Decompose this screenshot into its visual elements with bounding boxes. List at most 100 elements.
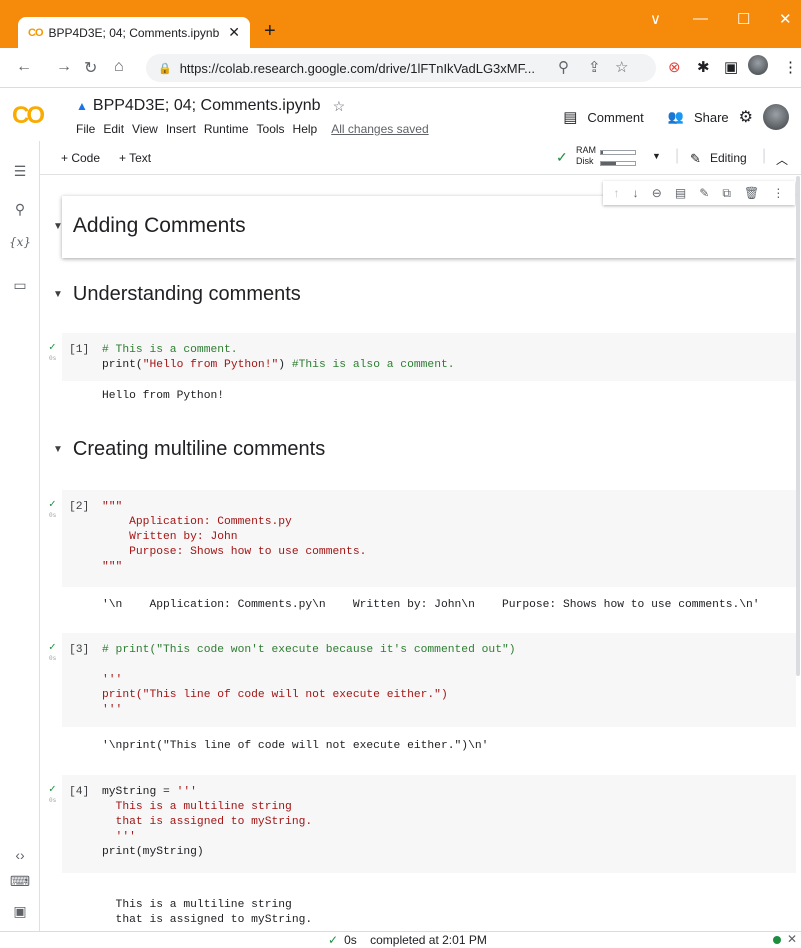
notebook-toolbar: + Code + Text ✓ RAM Disk ▼ | ✎ Editing |…	[0, 141, 801, 175]
close-status-icon[interactable]: ✕	[787, 932, 797, 946]
menu-tools[interactable]: Tools	[257, 122, 285, 136]
chrome-menu-icon[interactable]: ⋮	[783, 58, 798, 76]
minimize-button[interactable]: —	[693, 10, 708, 27]
extensions-puzzle-icon[interactable]: ✱	[697, 58, 710, 76]
back-arrow-icon[interactable]: ←	[16, 58, 32, 76]
move-up-icon[interactable]: ↑	[614, 186, 620, 200]
terminal-icon[interactable]: ▣	[0, 903, 40, 920]
close-tab-icon[interactable]: ✕	[228, 24, 240, 41]
add-code-button[interactable]: + Code	[61, 151, 100, 165]
delete-trash-icon[interactable]: 🗑	[744, 186, 759, 200]
code-source[interactable]: # print("This code won't execute because…	[102, 643, 516, 718]
colab-logo[interactable]: CO	[12, 102, 45, 130]
code-source[interactable]: # This is a comment. print("Hello from P…	[102, 343, 455, 373]
collapse-caret-icon[interactable]: ▼	[53, 221, 63, 232]
collapse-caret-icon[interactable]: ▼	[53, 289, 63, 300]
code-source[interactable]: myString = ''' This is a multiline strin…	[102, 785, 312, 860]
disk-label: Disk	[576, 156, 594, 166]
toolbar-divider-2: |	[762, 147, 767, 164]
cell-output-2: '\n Application: Comments.py\n Written b…	[102, 599, 760, 611]
people-icon: 👥	[667, 109, 684, 124]
mirror-cell-icon[interactable]: ⧉	[722, 186, 731, 201]
disk-bar	[600, 160, 636, 166]
move-down-icon[interactable]: ↓	[633, 186, 639, 200]
command-palette-icon[interactable]: ⌨	[0, 873, 40, 890]
settings-gear-icon[interactable]: ⚙	[739, 107, 753, 127]
comment-button[interactable]: Comment	[587, 110, 643, 125]
status-duration: 0s	[344, 933, 357, 947]
add-text-button[interactable]: + Text	[119, 151, 151, 165]
ram-label: RAM	[576, 145, 596, 155]
code-cell-1[interactable]: ✓ 0s [1] # This is a comment. print("Hell…	[49, 333, 796, 381]
variables-icon[interactable]: {x}	[0, 235, 40, 249]
notebook-content: ▼ Adding Comments ↑ ↓ ⊖ ▤ ✎ ⧉ 🗑 ⋮ ▼ Unde…	[41, 176, 801, 931]
menu-edit[interactable]: Edit	[103, 122, 124, 136]
resource-monitor[interactable]: RAM Disk	[576, 145, 636, 167]
selected-text-cell[interactable]: ▼ Adding Comments	[53, 196, 796, 258]
code-snippets-icon[interactable]: ‹›	[0, 847, 40, 863]
execution-status[interactable]: ✓ 0s completed at 2:01 PM	[328, 933, 487, 947]
connection-dot-icon	[773, 936, 781, 944]
search-icon[interactable]: ⚲	[0, 201, 40, 218]
runtime-dropdown-icon[interactable]: ▼	[652, 151, 661, 161]
profile-avatar[interactable]	[748, 55, 768, 79]
tab-search-icon[interactable]: ∨	[650, 10, 661, 28]
collapse-chevron-icon[interactable]: ︿	[776, 151, 788, 168]
run-success-check-icon[interactable]: ✓ 0s	[49, 641, 56, 662]
run-success-check-icon[interactable]: ✓ 0s	[49, 783, 56, 804]
left-rail: ☰ ⚲ {x} ▭ ‹› ⌨ ▣	[0, 141, 40, 931]
menu-runtime[interactable]: Runtime	[204, 122, 249, 136]
cell-output-3: '\nprint("This line of code will not exe…	[102, 740, 489, 752]
status-bar: ✓ 0s completed at 2:01 PM ✕	[0, 931, 801, 948]
browser-tab[interactable]: CO BPP4D3E; 04; Comments.ipynb - ✕	[18, 17, 250, 48]
close-window-button[interactable]: ✕	[779, 10, 792, 28]
share-page-icon[interactable]: ⇪	[588, 58, 601, 76]
url-bar[interactable]: 🔒 https://colab.research.google.com/driv…	[146, 54, 656, 82]
code-cell-4[interactable]: ✓ 0s [4] myString = ''' This is a multili…	[49, 775, 796, 873]
save-status-link[interactable]: All changes saved	[331, 122, 428, 136]
menu-bar: File Edit View Insert Runtime Tools Help…	[76, 122, 429, 136]
notebook-title-area: ▲ BPP4D3E; 04; Comments.ipynb ☆	[76, 97, 345, 115]
bookmark-star-icon[interactable]: ☆	[615, 58, 628, 76]
tab-title: BPP4D3E; 04; Comments.ipynb -	[48, 25, 223, 40]
heading-adding-comments: ▼ Adding Comments	[53, 214, 246, 238]
scrollbar[interactable]	[796, 176, 800, 676]
code-source[interactable]: """ Application: Comments.py Written by:…	[102, 500, 366, 575]
user-avatar[interactable]	[763, 104, 789, 130]
zoom-icon[interactable]: ⚲	[558, 58, 569, 76]
code-cell-2[interactable]: ✓ 0s [2] """ Application: Comments.py Wri…	[49, 490, 796, 587]
more-options-icon[interactable]: ⋮	[772, 186, 784, 200]
editing-mode-button[interactable]: Editing	[710, 151, 747, 165]
code-cell-3[interactable]: ✓ 0s [3] # print("This code won't execute…	[49, 633, 796, 727]
comment-cell-icon[interactable]: ▤	[675, 186, 686, 200]
header-actions: ▤ Comment 👥 Share ⚙	[563, 104, 789, 130]
files-folder-icon[interactable]: ▭	[0, 277, 40, 294]
star-icon[interactable]: ☆	[333, 98, 346, 115]
heading-text: Creating multiline comments	[72, 438, 326, 460]
new-tab-button[interactable]: +	[264, 20, 276, 43]
status-check-icon: ✓	[328, 933, 339, 947]
collapse-caret-icon[interactable]: ▼	[53, 444, 63, 455]
menu-file[interactable]: File	[76, 122, 95, 136]
toolbar-divider: |	[675, 147, 680, 164]
edit-pencil-icon[interactable]: ✎	[699, 186, 709, 200]
link-icon[interactable]: ⊖	[652, 186, 662, 200]
share-button[interactable]: Share	[694, 110, 729, 125]
table-of-contents-icon[interactable]: ☰	[0, 163, 40, 180]
notebook-title[interactable]: BPP4D3E; 04; Comments.ipynb	[93, 97, 321, 115]
reload-icon[interactable]: ↻	[84, 58, 97, 78]
drive-icon: ▲	[76, 99, 88, 113]
run-success-check-icon[interactable]: ✓ 0s	[49, 341, 56, 362]
code-token: print(	[102, 359, 143, 371]
home-icon[interactable]: ⌂	[114, 58, 124, 76]
comment-icon: ▤	[563, 109, 578, 126]
menu-help[interactable]: Help	[293, 122, 318, 136]
menu-insert[interactable]: Insert	[166, 122, 196, 136]
extension-block-icon[interactable]: ⊗	[668, 58, 681, 76]
cell-output-4: This is a multiline string that is assig…	[115, 899, 313, 926]
side-panel-icon[interactable]: ▣	[724, 58, 738, 76]
maximize-button[interactable]: ☐	[737, 10, 750, 28]
run-success-check-icon[interactable]: ✓ 0s	[49, 498, 56, 519]
forward-arrow-icon[interactable]: →	[56, 58, 72, 76]
menu-view[interactable]: View	[132, 122, 158, 136]
